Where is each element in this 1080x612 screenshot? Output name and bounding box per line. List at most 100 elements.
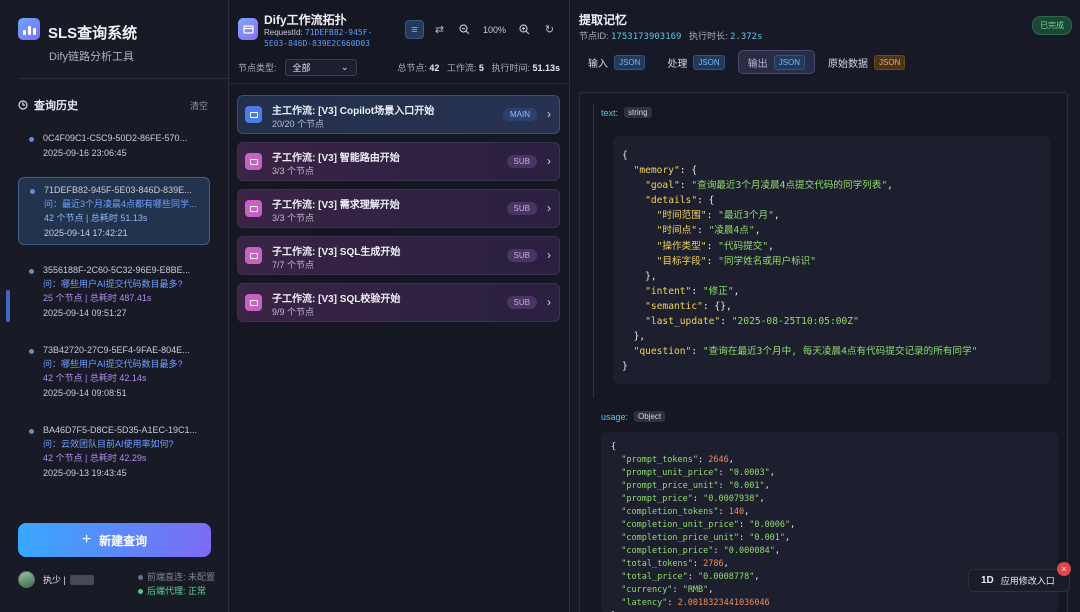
workflow-box-icon <box>245 200 262 217</box>
history-item[interactable]: 3556188F-2C60-5C32-96E9-E8BE... 问：哪些用户AI… <box>18 258 210 327</box>
close-icon[interactable]: × <box>1057 562 1071 576</box>
node-type-label: 节点类型: <box>238 63 277 73</box>
refresh-icon[interactable]: ↻ <box>540 20 559 39</box>
history-item[interactable]: 73B42720-27C9-5EF4-9FAE-804E... 问：哪些用户AI… <box>18 338 210 407</box>
type-badge: Object <box>634 411 666 422</box>
json-intent: 修正 <box>708 285 728 297</box>
workflow-box-icon <box>245 153 262 170</box>
node-meta: 节点ID: 1753173903169 执行时长: 2.372s <box>579 29 763 42</box>
node-type-value: 全部 <box>292 63 311 73</box>
json-target-field: 同学姓名或用户标识 <box>723 255 811 267</box>
history-time: 2025-09-14 09:08:51 <box>43 388 127 398</box>
tab-input[interactable]: 输入 JSON <box>579 50 654 74</box>
node-type-select[interactable]: 全部 ⌄ <box>284 59 357 76</box>
connection-status: 前端直连: 未配置 后端代理: 正常 <box>138 570 215 598</box>
brand-logo-icon: 1D <box>981 575 994 586</box>
history-item[interactable]: BA46D7F5-D8CE-5D35-A1EC-19C1... 问：云效团队目前… <box>18 418 210 487</box>
tab-label: 输出 <box>747 58 768 70</box>
workflow-badge: MAIN <box>503 108 537 121</box>
plus-icon: + <box>81 531 92 548</box>
brand: SLS查询系统 Dify链路分析工具 <box>18 18 137 63</box>
history-item-active[interactable]: 71DEFB82-945F-5E03-846D-839E... 问：最近3个月凌… <box>18 177 210 245</box>
workflow-card-sub[interactable]: 子工作流: [V3] 需求理解开始 3/3 个节点 SUB › <box>237 189 560 228</box>
history-header: 查询历史 清空 <box>18 97 208 113</box>
history-request-id: 3556188F-2C60-5C32-96E9-E8BE... <box>43 265 191 275</box>
status-backend: 后端代理: 正常 <box>138 584 215 598</box>
workflow-card-sub[interactable]: 子工作流: [V3] SQL生成开始 7/7 个节点 SUB › <box>237 236 560 275</box>
json-last-update: 2025-08-25T10:05:00Z <box>737 316 854 328</box>
history-dot-icon <box>29 269 34 274</box>
user-name: 执少 | <box>43 575 66 585</box>
clear-history-button[interactable]: 清空 <box>190 99 208 112</box>
json-badge: JSON <box>693 54 725 70</box>
workflow-name: 子工作流: [V3] SQL生成开始 <box>272 247 401 258</box>
zoom-in-icon[interactable] <box>515 20 534 39</box>
request-id-line2: 5E03-846D-839E2C660D03 <box>264 39 370 48</box>
history-request-id: 0C4F09C1-C5C9-50D2-86FE-570... <box>43 133 188 143</box>
stat-flows-label: 工作流: <box>446 63 479 73</box>
json-completion-unit-price: 0.0006 <box>754 520 786 530</box>
tab-raw-data[interactable]: 原始数据 JSON <box>819 50 914 74</box>
swap-icon[interactable]: ⇄ <box>430 20 449 39</box>
request-id-line1: RequestId: 71DEFB82-945F- <box>264 28 372 37</box>
history-item[interactable]: 0C4F09C1-C5C9-50D2-86FE-570... 2025-09-1… <box>18 126 210 167</box>
chevron-right-icon[interactable]: › <box>547 248 551 262</box>
field-usage: usage: Object <box>601 411 666 422</box>
avatar[interactable] <box>18 571 35 588</box>
json-prompt-tokens: 2646 <box>708 455 729 465</box>
history-title: 查询历史 <box>34 100 78 112</box>
workflow-card-sub[interactable]: 子工作流: [V3] 智能路由开始 3/3 个节点 SUB › <box>237 142 560 181</box>
history-time: 2025-09-16 23:06:45 <box>43 148 127 158</box>
bar-chart-logo-icon <box>18 18 40 40</box>
sidebar: SLS查询系统 Dify链路分析工具 查询历史 清空 0C4F09C1-C5C9… <box>0 0 229 612</box>
json-badge: JSON <box>773 54 806 70</box>
request-id-label: RequestId: <box>264 28 305 37</box>
topology-panel: Dify工作流拓扑 RequestId: 71DEFB82-945F- 5E03… <box>229 0 570 612</box>
detail-tabs: 输入 JSON 处理 JSON 输出 JSON 原始数据 JSON <box>579 50 918 74</box>
workflow-node-count: 20/20 个节点 <box>272 119 325 129</box>
workflow-badge: SUB <box>506 249 537 262</box>
history-question: 问：哪些用户AI提交代码数目最多? <box>43 359 183 369</box>
node-detail-panel: 提取记忆 节点ID: 1753173903169 执行时长: 2.372s 已完… <box>570 0 1080 612</box>
field-name: usage: <box>601 411 629 422</box>
json-op-type: 代码提交 <box>723 240 763 252</box>
list-view-icon[interactable]: ≡ <box>405 20 424 39</box>
node-id-value: 1753173903169 <box>611 32 682 42</box>
stat-flows-value: 5 <box>478 63 484 73</box>
status-frontend-text: 前端直连: 未配置 <box>147 572 216 582</box>
text-json-block[interactable]: { "memory": { "goal": "查询最近3个月凌晨4点提交代码的同… <box>613 136 1050 384</box>
history-request-id: BA46D7F5-D8CE-5D35-A1EC-19C1... <box>43 425 198 435</box>
json-goal: 查询最近3个月凌晨4点提交代码的同学列表 <box>697 180 882 192</box>
chevron-right-icon[interactable]: › <box>547 295 551 309</box>
zoom-out-icon[interactable] <box>455 20 474 39</box>
workflow-card-main[interactable]: 主工作流: [V3] Copilot场景入口开始 20/20 个节点 MAIN … <box>237 95 560 134</box>
duration-label: 执行时长: <box>688 31 730 41</box>
new-query-button[interactable]: + 新建查询 <box>18 523 211 557</box>
status-dot-icon <box>138 574 143 580</box>
app-title: SLS查询系统 <box>48 25 138 42</box>
chevron-right-icon[interactable]: › <box>547 107 551 121</box>
node-title: 提取记忆 <box>579 13 628 27</box>
history-dot-icon <box>29 349 34 354</box>
stat-nodes-label: 总节点: <box>397 63 430 73</box>
sidebar-resize-handle[interactable] <box>6 290 10 322</box>
history-time: 2025-09-14 17:42:21 <box>44 228 128 238</box>
tab-label: 处理 <box>667 58 688 70</box>
json-question: 查询在最近3个月中, 每天凌晨4点有代码提交记录的所有同学 <box>708 346 972 358</box>
status-dot-icon <box>138 588 143 594</box>
workflow-name: 主工作流: [V3] Copilot场景入口开始 <box>272 106 435 117</box>
json-prompt-price: 0.0007938 <box>708 494 755 504</box>
workflow-card-sub[interactable]: 子工作流: [V3] SQL校验开始 9/9 个节点 SUB › <box>237 283 560 322</box>
workflow-box-icon <box>245 106 262 123</box>
chevron-right-icon[interactable]: › <box>547 201 551 215</box>
workflow-name: 子工作流: [V3] 需求理解开始 <box>272 200 400 211</box>
tab-process[interactable]: 处理 JSON <box>658 50 733 74</box>
apply-changes-entry-button[interactable]: 1D 应用修改入口 <box>968 569 1070 592</box>
field-name: text: <box>601 107 619 118</box>
tab-output[interactable]: 输出 JSON <box>737 50 816 74</box>
chevron-right-icon[interactable]: › <box>547 154 551 168</box>
history-stats: 25 个节点 | 总耗时 487.41s <box>43 293 152 303</box>
history-stats: 42 个节点 | 总耗时 42.14s <box>43 373 147 383</box>
workflow-name: 子工作流: [V3] SQL校验开始 <box>272 294 401 305</box>
status-badge: 已完成 <box>1032 16 1072 35</box>
